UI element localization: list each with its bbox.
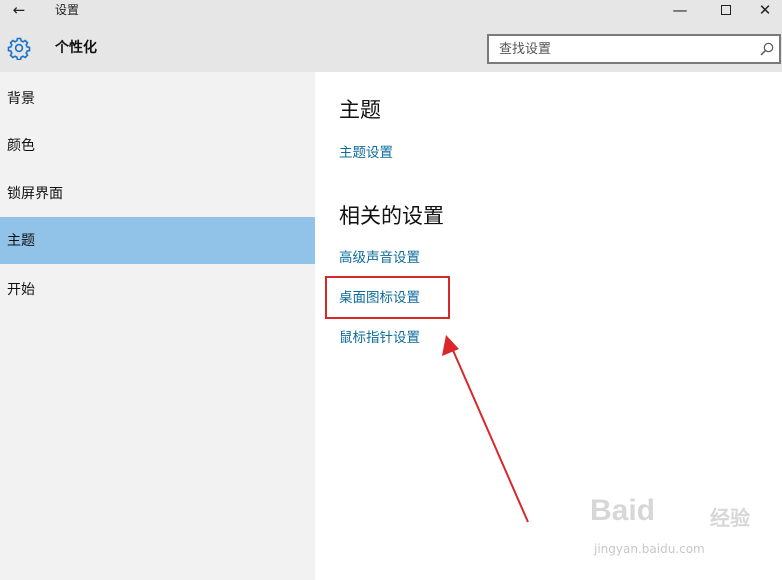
theme-section-title: 主题 <box>339 98 381 122</box>
advanced-sound-settings-link[interactable]: 高级声音设置 <box>339 249 420 267</box>
annotation-highlight-box <box>325 276 450 319</box>
close-button[interactable]: ✕ <box>742 0 782 22</box>
watermark-logo: Baid <box>590 494 656 527</box>
theme-settings-link[interactable]: 主题设置 <box>339 144 393 162</box>
sidebar: 背景 颜色 锁屏界面 主题 开始 <box>0 72 315 580</box>
sidebar-item-label: 开始 <box>7 282 35 298</box>
sidebar-item-lock-screen[interactable]: 锁屏界面 <box>0 170 315 217</box>
baidu-watermark: Baid 经验 jingyan.baidu.com <box>580 490 750 570</box>
gear-icon <box>7 37 31 60</box>
window-title-bar: ← 设置 — ✕ <box>0 0 782 22</box>
sidebar-item-label: 主题 <box>7 233 35 249</box>
maximize-icon <box>721 5 731 15</box>
watermark-logo-sub: 经验 <box>710 506 750 530</box>
search-box[interactable] <box>487 34 781 64</box>
settings-header: 个性化 <box>0 22 782 72</box>
search-icon[interactable] <box>759 41 775 57</box>
mouse-pointer-settings-link[interactable]: 鼠标指针设置 <box>339 329 420 347</box>
sidebar-item-background[interactable]: 背景 <box>0 75 315 122</box>
sidebar-item-themes[interactable]: 主题 <box>0 217 315 264</box>
sidebar-item-start[interactable]: 开始 <box>0 266 315 313</box>
sidebar-item-colors[interactable]: 颜色 <box>0 122 315 169</box>
sidebar-item-label: 锁屏界面 <box>7 186 63 202</box>
back-arrow-icon[interactable]: ← <box>8 1 30 19</box>
minimize-button[interactable]: — <box>657 0 703 22</box>
window-title: 设置 <box>55 3 80 17</box>
related-settings-title: 相关的设置 <box>339 204 444 228</box>
sidebar-item-label: 背景 <box>7 91 35 107</box>
watermark-url: jingyan.baidu.com <box>594 542 705 556</box>
search-input[interactable] <box>489 36 749 62</box>
page-title: 个性化 <box>55 40 97 56</box>
sidebar-item-label: 颜色 <box>7 138 35 154</box>
